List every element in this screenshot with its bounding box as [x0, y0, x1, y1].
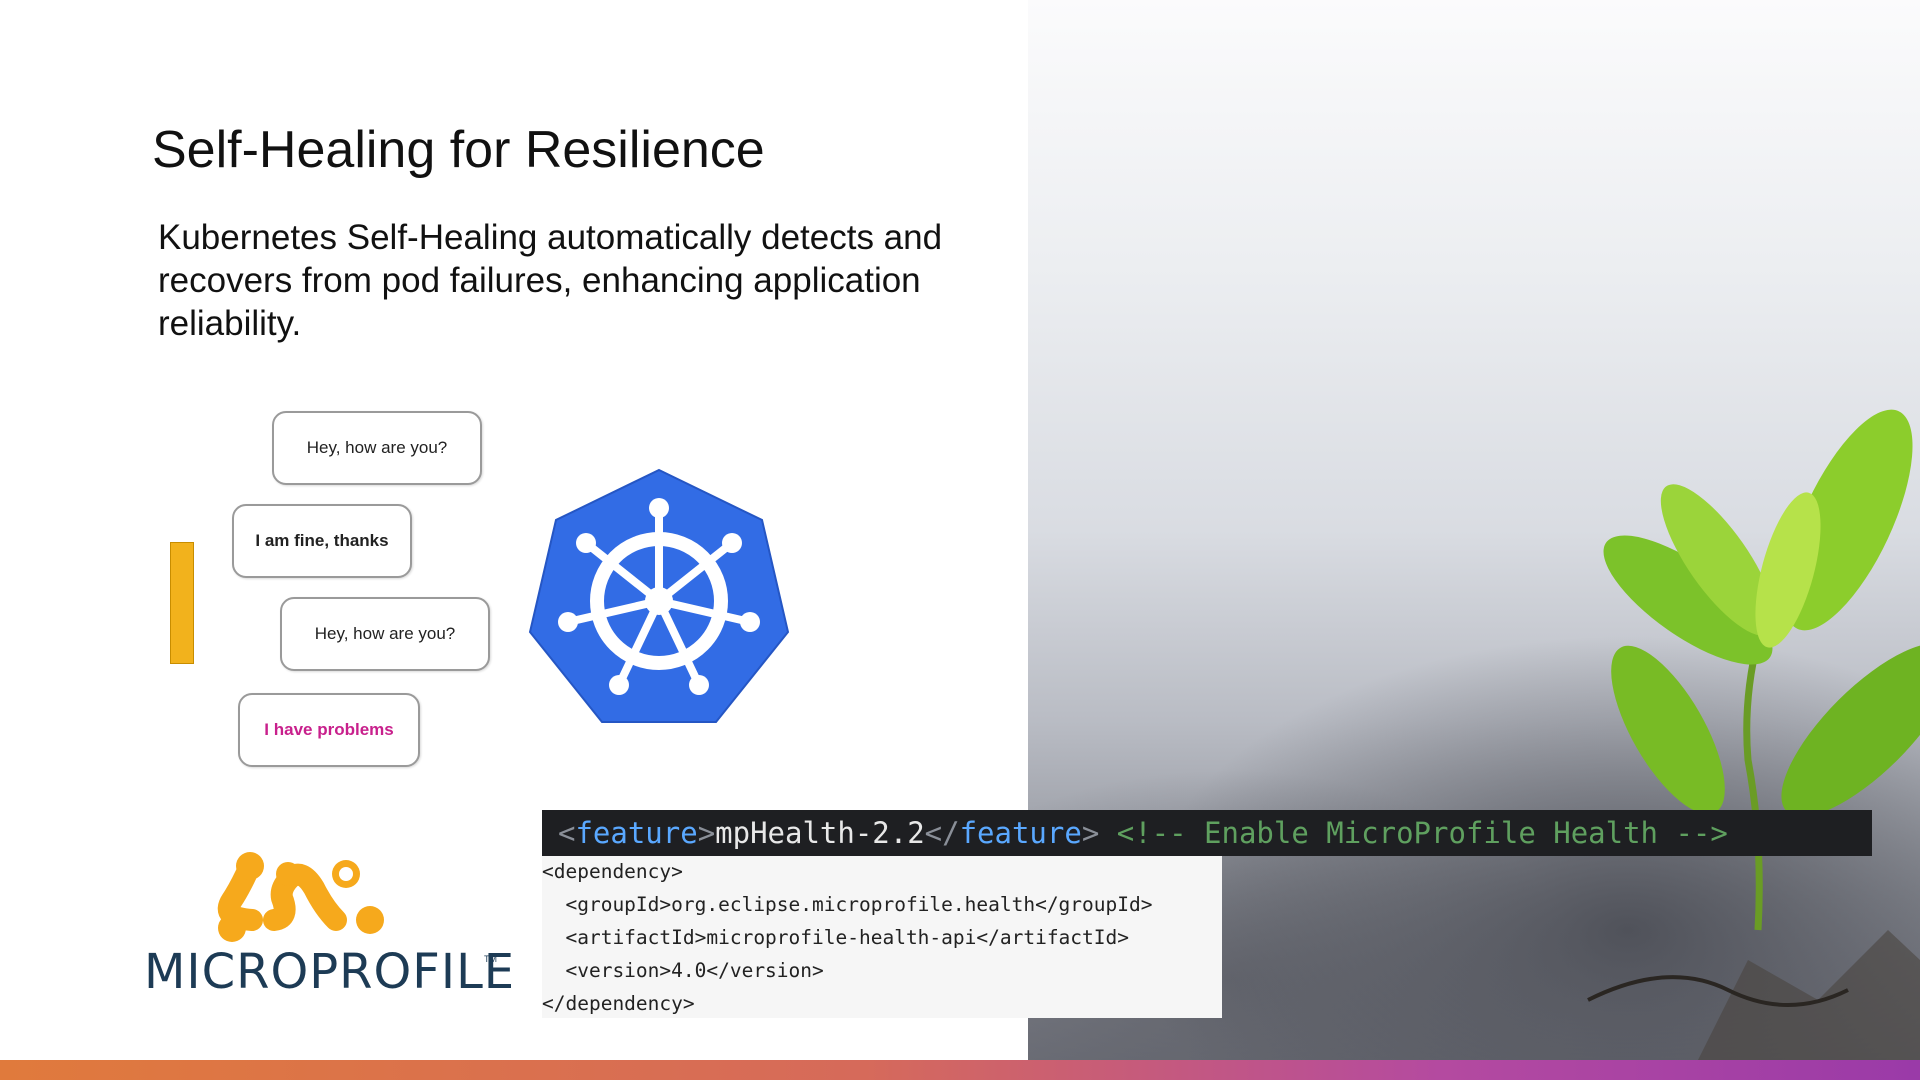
code-line: <groupId>org.eclipse.microprofile.health… — [542, 893, 1153, 916]
chat-bubble-answer-fine: I am fine, thanks — [232, 504, 412, 578]
microprofile-logo-text: MICROPROFILE — [144, 944, 516, 1000]
slide-body-text: Kubernetes Self-Healing automatically de… — [158, 218, 943, 343]
code-line: </dependency> — [542, 992, 695, 1015]
code-tag: feature — [575, 816, 698, 850]
code-line: <version>4.0</version> — [542, 959, 824, 982]
code-bracket: > — [697, 816, 716, 850]
code-comment: <!-- Enable MicroProfile Health --> — [1116, 816, 1728, 850]
code-line: <dependency> — [542, 860, 683, 883]
code-tag: feature — [959, 816, 1082, 850]
code-line: <artifactId>microprofile-health-api</art… — [542, 926, 1129, 949]
slide-title: Self-Healing for Resilience — [152, 121, 765, 179]
microprofile-logo-icon — [217, 852, 384, 942]
footer-gradient-bar — [0, 1060, 1920, 1080]
chat-bubble-answer-problems: I have problems — [238, 693, 420, 767]
code-value: mpHealth-2.2 — [715, 816, 925, 850]
bubble-text: I am fine, thanks — [255, 531, 389, 550]
code-bracket: < — [558, 816, 576, 850]
pod-indicator-bar — [170, 542, 194, 664]
bubble-text: I have problems — [264, 720, 394, 739]
code-bracket: > — [1081, 816, 1100, 850]
bubble-text: Hey, how are you? — [306, 438, 448, 457]
trademark-mark: TM — [484, 954, 497, 964]
kubernetes-logo-icon — [528, 468, 790, 723]
dependency-code-snippet: <dependency> <groupId>org.eclipse.microp… — [542, 856, 1222, 1018]
feature-code-snippet: <feature>mpHealth-2.2</feature> <!-- Ena… — [542, 810, 1872, 856]
code-bracket: </ — [924, 816, 960, 850]
chat-bubble-question-2: Hey, how are you? — [280, 597, 490, 671]
bubble-text: Hey, how are you? — [314, 624, 456, 643]
chat-bubble-question-1: Hey, how are you? — [272, 411, 482, 485]
